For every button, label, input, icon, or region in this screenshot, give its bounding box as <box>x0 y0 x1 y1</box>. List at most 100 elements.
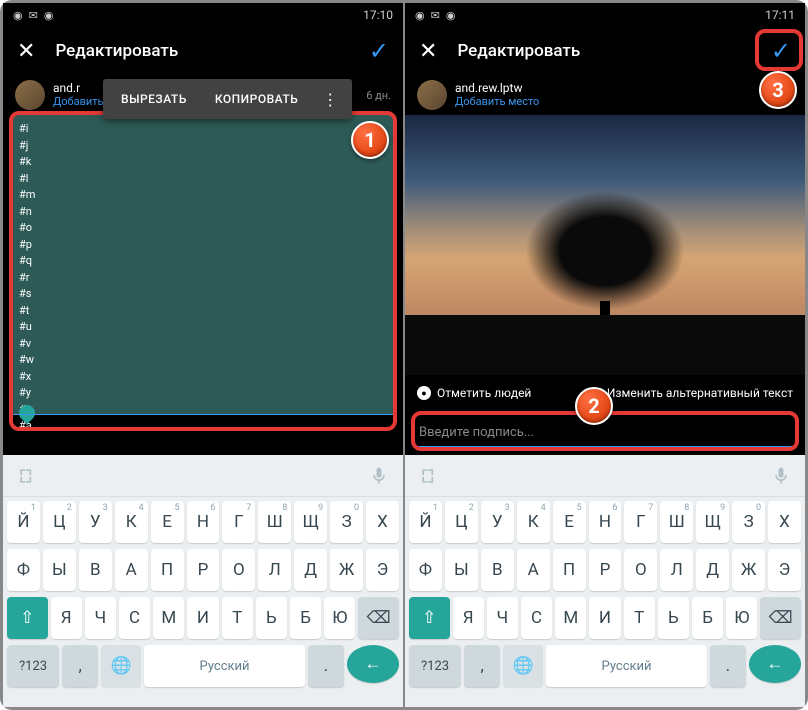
key-Р[interactable]: Р <box>589 549 622 591</box>
key-Д[interactable]: Д <box>696 549 729 591</box>
key-Х[interactable]: Х <box>366 501 399 543</box>
key-П[interactable]: П <box>151 549 184 591</box>
period-key[interactable]: . <box>308 645 344 687</box>
key-Э[interactable]: Э <box>768 549 801 591</box>
key-У[interactable]: У3 <box>481 501 514 543</box>
key-Ж[interactable]: Ж <box>330 549 363 591</box>
key-О[interactable]: О <box>222 549 255 591</box>
key-Н[interactable]: Н6 <box>187 501 220 543</box>
comma-key[interactable]: , <box>62 645 98 687</box>
add-location-link[interactable]: Добавить место <box>455 96 760 108</box>
key-Ы[interactable]: Ы <box>445 549 478 591</box>
key-Щ[interactable]: Щ9 <box>696 501 729 543</box>
hashtag: #x <box>19 369 387 386</box>
mic-icon[interactable] <box>771 466 791 486</box>
key-Ч[interactable]: Ч <box>487 597 518 639</box>
space-key[interactable]: Русский <box>144 645 304 687</box>
close-icon[interactable]: ✕ <box>17 39 35 64</box>
edit-alt-text-button[interactable]: Изменить альтернативный текст <box>607 386 793 400</box>
key-Е[interactable]: Е5 <box>553 501 586 543</box>
key-А[interactable]: А <box>115 549 148 591</box>
key-Т[interactable]: Т <box>222 597 253 639</box>
key-Ю[interactable]: Ю <box>726 597 757 639</box>
key-Г[interactable]: Г7 <box>624 501 657 543</box>
key-Ы[interactable]: Ы <box>43 549 76 591</box>
key-Э[interactable]: Э <box>366 549 399 591</box>
key-У[interactable]: У3 <box>79 501 112 543</box>
symbols-key[interactable]: ?123 <box>409 645 461 687</box>
key-К[interactable]: К4 <box>517 501 550 543</box>
confirm-icon[interactable]: ✓ <box>771 37 791 65</box>
key-Й[interactable]: Й1 <box>7 501 40 543</box>
expand-icon[interactable] <box>17 466 37 486</box>
tag-people-button[interactable]: ● Отметить людей <box>417 386 531 400</box>
key-Б[interactable]: Б <box>692 597 723 639</box>
mic-icon[interactable] <box>369 466 389 486</box>
globe-icon[interactable]: 🌐 <box>101 645 141 687</box>
space-key[interactable]: Русский <box>546 645 706 687</box>
key-Х[interactable]: Х <box>768 501 801 543</box>
close-icon[interactable]: ✕ <box>419 39 437 64</box>
key-Ц[interactable]: Ц2 <box>445 501 478 543</box>
viber-icon: ◉ <box>415 9 425 22</box>
key-С[interactable]: С <box>521 597 552 639</box>
key-З[interactable]: З0 <box>330 501 363 543</box>
key-С[interactable]: С <box>119 597 150 639</box>
key-Ь[interactable]: Ь <box>256 597 287 639</box>
key-Т[interactable]: Т <box>624 597 655 639</box>
cut-button[interactable]: ВЫРЕЗАТЬ <box>107 92 201 106</box>
key-Б[interactable]: Б <box>290 597 321 639</box>
key-Ч[interactable]: Ч <box>85 597 116 639</box>
shift-key[interactable]: ⇧ <box>409 597 450 639</box>
comma-key[interactable]: , <box>464 645 500 687</box>
caption-input[interactable]: Введите подпись... <box>417 419 793 447</box>
backspace-key[interactable]: ⌫ <box>760 597 801 639</box>
messenger-icon: ✉ <box>29 9 38 22</box>
period-key[interactable]: . <box>710 645 746 687</box>
key-А[interactable]: А <box>517 549 550 591</box>
shift-key[interactable]: ⇧ <box>7 597 48 639</box>
enter-key[interactable]: ← <box>749 645 801 683</box>
key-О[interactable]: О <box>624 549 657 591</box>
key-Я[interactable]: Я <box>453 597 484 639</box>
key-И[interactable]: И <box>187 597 218 639</box>
key-В[interactable]: В <box>481 549 514 591</box>
key-П[interactable]: П <box>553 549 586 591</box>
key-К[interactable]: К4 <box>115 501 148 543</box>
globe-icon[interactable]: 🌐 <box>503 645 543 687</box>
key-Ш[interactable]: Ш8 <box>660 501 693 543</box>
caption-textarea[interactable]: #i#j#k#l#m#n#o#p#q#r#s#t#u#v#w#x#y#z#a <box>13 115 393 415</box>
key-М[interactable]: М <box>153 597 184 639</box>
more-icon[interactable]: ⋮ <box>312 90 348 109</box>
enter-key[interactable]: ← <box>347 645 399 683</box>
key-Ш[interactable]: Ш8 <box>258 501 291 543</box>
symbols-key[interactable]: ?123 <box>7 645 59 687</box>
key-З[interactable]: З0 <box>732 501 765 543</box>
confirm-icon[interactable]: ✓ <box>369 37 389 65</box>
key-Д[interactable]: Д <box>294 549 327 591</box>
key-М[interactable]: М <box>555 597 586 639</box>
key-Ф[interactable]: Ф <box>409 549 442 591</box>
key-Л[interactable]: Л <box>660 549 693 591</box>
key-Л[interactable]: Л <box>258 549 291 591</box>
key-Е[interactable]: Е5 <box>151 501 184 543</box>
key-Н[interactable]: Н6 <box>589 501 622 543</box>
key-Ж[interactable]: Ж <box>732 549 765 591</box>
key-И[interactable]: И <box>589 597 620 639</box>
key-В[interactable]: В <box>79 549 112 591</box>
key-Й[interactable]: Й1 <box>409 501 442 543</box>
key-Щ[interactable]: Щ9 <box>294 501 327 543</box>
key-Г[interactable]: Г7 <box>222 501 255 543</box>
backspace-key[interactable]: ⌫ <box>358 597 399 639</box>
key-Р[interactable]: Р <box>187 549 220 591</box>
copy-button[interactable]: КОПИРОВАТЬ <box>201 92 312 106</box>
key-Ц[interactable]: Ц2 <box>43 501 76 543</box>
key-Ю[interactable]: Ю <box>324 597 355 639</box>
username: and.rew.lptw <box>455 82 760 95</box>
expand-icon[interactable] <box>419 466 439 486</box>
key-Ь[interactable]: Ь <box>658 597 689 639</box>
avatar[interactable] <box>15 80 45 110</box>
avatar[interactable] <box>417 80 447 110</box>
key-Ф[interactable]: Ф <box>7 549 40 591</box>
key-Я[interactable]: Я <box>51 597 82 639</box>
